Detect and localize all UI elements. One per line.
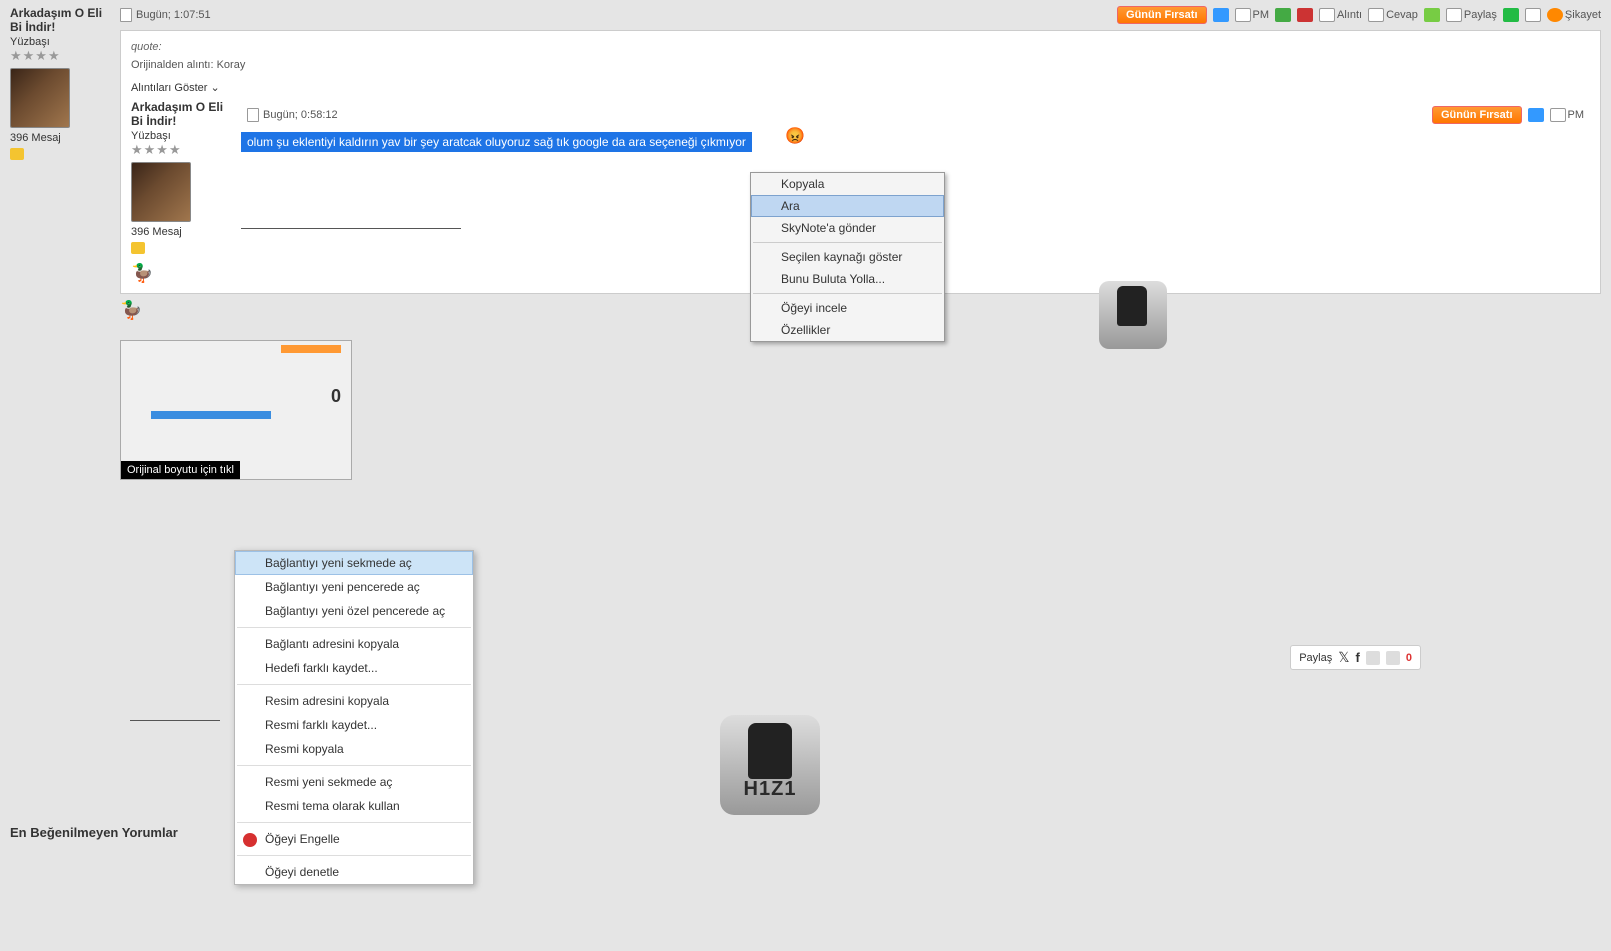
ctx-copy[interactable]: Kopyala	[751, 173, 944, 195]
nested-avatar[interactable]	[131, 162, 191, 222]
nested-icon-1[interactable]	[1528, 108, 1544, 122]
avatar[interactable]	[10, 68, 70, 128]
quote-origin: Orijinalden alıntı: Koray	[131, 59, 1590, 71]
ctx-inspect[interactable]: Öğeyi incele	[751, 297, 944, 319]
mail-icon[interactable]	[1525, 8, 1541, 22]
ctx-props[interactable]: Özellikler	[751, 319, 944, 341]
message-count: 396 Mesaj	[10, 132, 112, 144]
duck-icon-outer	[120, 300, 150, 320]
thumb-caption: Orijinal boyutu için tıkl	[121, 461, 240, 479]
thumb-zero: 0	[331, 386, 341, 407]
context-menu-inner: Kopyala Ara SkyNote'a gönder Seçilen kay…	[750, 172, 945, 342]
ctx2-newwin[interactable]: Bağlantıyı yeni pencerede aç	[235, 575, 473, 599]
user-sidebar: Arkadaşım O Eli Bi İndir! Yüzbaşı ★★★★ 3…	[10, 6, 120, 731]
outer-signature-sep	[130, 720, 220, 721]
ctx-skynote[interactable]: SkyNote'a gönder	[751, 217, 944, 239]
page-icon	[120, 8, 132, 22]
nested-h1z1-badge	[1099, 281, 1167, 349]
image-thumbnail[interactable]: 0 Orijinal boyutu için tıkl	[120, 340, 352, 480]
facebook-icon[interactable]: f	[1356, 650, 1360, 665]
post-timestamp: Bugün; 1:07:51	[136, 9, 211, 21]
context-menu-outer: Bağlantıyı yeni sekmede aç Bağlantıyı ye…	[234, 550, 474, 885]
gunun-firsati-button[interactable]: Günün Fırsatı	[1117, 6, 1207, 24]
nested-username[interactable]: Arkadaşım O Eli Bi İndir!	[131, 100, 233, 128]
quote-label: quote:	[131, 41, 1590, 53]
thumb-down-icon[interactable]	[1386, 651, 1400, 665]
h1z1-text: H1Z1	[744, 778, 797, 801]
nested-timestamp: Bugün; 0:58:12	[263, 109, 338, 121]
thumb-up-icon[interactable]	[1366, 651, 1380, 665]
h1z1-badge: H1Z1	[720, 715, 820, 815]
share-label: Paylaş	[1299, 652, 1332, 664]
nested-status-icon	[131, 242, 145, 254]
share-bar: Paylaş 𝕏 f 0	[1290, 645, 1421, 670]
ctx2-newpriv[interactable]: Bağlantıyı yeni özel pencerede aç	[235, 599, 473, 623]
paylas-button[interactable]: Paylaş	[1446, 8, 1497, 22]
ctx2-copylink[interactable]: Bağlantı adresini kopyala	[235, 632, 473, 656]
red-icon[interactable]	[1297, 8, 1313, 22]
quote-toggle[interactable]: Alıntıları Göster ⌄	[131, 81, 1590, 94]
chevron-down-icon: ⌄	[210, 81, 219, 94]
post-toolbar: Bugün; 1:07:51 Günün Fırsatı PM Alıntı C…	[120, 6, 1601, 24]
share-count: 0	[1406, 652, 1412, 664]
duck-icon	[131, 263, 161, 283]
icon-1[interactable]	[1213, 8, 1229, 22]
angry-emoji	[755, 126, 805, 146]
ctx2-saveimg[interactable]: Resmi farklı kaydet...	[235, 713, 473, 737]
sikayet-button[interactable]: Şikayet	[1547, 8, 1601, 22]
ctx2-savetarget[interactable]: Hedefi farklı kaydet...	[235, 656, 473, 680]
twitter-icon[interactable]: 𝕏	[1338, 649, 1349, 666]
ctx-buluta[interactable]: Bunu Buluta Yolla...	[751, 268, 944, 290]
user-icon[interactable]	[1275, 8, 1291, 22]
plus-icon[interactable]	[1424, 8, 1440, 22]
signature-separator	[241, 228, 461, 229]
ctx2-block[interactable]: Öğeyi Engelle	[235, 827, 473, 851]
ctx2-copyimgaddr[interactable]: Resim adresini kopyala	[235, 689, 473, 713]
ctx2-newtab[interactable]: Bağlantıyı yeni sekmede aç	[235, 551, 473, 575]
nested-pm-button[interactable]: PM	[1550, 108, 1585, 122]
nested-page-icon	[247, 108, 259, 122]
rank-stars: ★★★★	[10, 48, 112, 64]
nested-msgcount: 396 Mesaj	[131, 226, 233, 238]
nested-stars: ★★★★	[131, 142, 233, 158]
ctx2-imgtheme[interactable]: Resmi tema olarak kullan	[235, 794, 473, 818]
status-icon	[10, 148, 24, 160]
ctx2-imgtab[interactable]: Resmi yeni sekmede aç	[235, 770, 473, 794]
nested-rank: Yüzbaşı	[131, 130, 233, 142]
ctx-viewsource[interactable]: Seçilen kaynağı göster	[751, 246, 944, 268]
highlighted-text: olum şu eklentiyi kaldırın yav bir şey a…	[241, 132, 752, 152]
ctx-search[interactable]: Ara	[751, 195, 944, 217]
user-rank: Yüzbaşı	[10, 36, 112, 48]
share-icon[interactable]	[1503, 8, 1519, 22]
ctx2-copyimg[interactable]: Resmi kopyala	[235, 737, 473, 761]
nested-gunun-firsati[interactable]: Günün Fırsatı	[1432, 106, 1522, 124]
alinti-button[interactable]: Alıntı	[1319, 8, 1362, 22]
username[interactable]: Arkadaşım O Eli Bi İndir!	[10, 6, 112, 34]
pm-button[interactable]: PM	[1235, 8, 1270, 22]
cevap-button[interactable]: Cevap	[1368, 8, 1418, 22]
ctx2-inspect[interactable]: Öğeyi denetle	[235, 860, 473, 884]
bottom-section-label: En Beğenilmeyen Yorumlar	[10, 825, 178, 840]
